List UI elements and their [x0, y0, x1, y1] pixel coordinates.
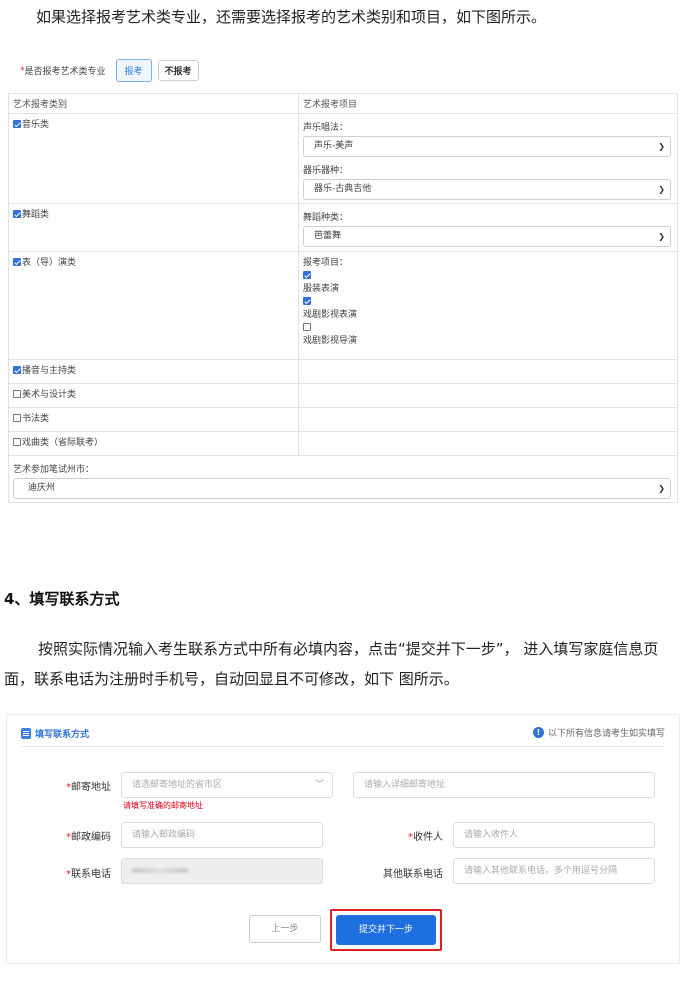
- category-fine-art[interactable]: 美术与设计类: [8, 383, 299, 408]
- category-acting[interactable]: 表（导）演类: [8, 251, 299, 360]
- vocal-select[interactable]: 声乐-美声 ❯: [303, 136, 671, 157]
- dance-type-select[interactable]: 芭蕾舞 ❯: [303, 226, 671, 247]
- category-music[interactable]: 音乐类: [8, 113, 299, 204]
- other-phone-label: 其他联系电话: [383, 869, 443, 880]
- exam-city-select[interactable]: 迪庆州 ❯: [13, 478, 671, 499]
- contact-form-note: 以下所有信息请考生如实填写: [547, 729, 665, 739]
- art-apply-question: 是否报考艺术类专业: [24, 67, 106, 77]
- acting-item-label: 服装表演: [303, 284, 340, 294]
- chevron-down-icon: ﹀: [314, 780, 324, 790]
- other-phone-input[interactable]: 请输入其他联系电话，多个用逗号分隔: [453, 858, 655, 884]
- instrument-label: 器乐器种：: [303, 166, 349, 176]
- chevron-down-icon: ❯: [658, 142, 665, 151]
- section-title: 4、填写联系方式: [4, 590, 120, 608]
- not-apply-button[interactable]: 不报考: [157, 60, 199, 81]
- recipient-input[interactable]: 请输入收件人: [453, 822, 655, 848]
- apply-button[interactable]: 报考: [115, 59, 152, 82]
- dance-type-label: 舞蹈种类：: [303, 213, 349, 223]
- exam-city-label: 艺术参加笔试州市：: [13, 465, 95, 475]
- checkbox[interactable]: [303, 323, 311, 331]
- phone-input: [121, 858, 323, 884]
- checkbox[interactable]: [13, 438, 21, 446]
- category-calligraphy[interactable]: 书法类: [8, 407, 299, 432]
- vocal-label: 声乐唱法：: [303, 123, 349, 133]
- art-form-screenshot: * 是否报考艺术类专业 报考 不报考 艺术报考类别 艺术报考项目 音乐类 声乐唱…: [6, 48, 680, 508]
- phone-label: *联系电话: [66, 869, 111, 880]
- prev-button[interactable]: 上一步: [249, 915, 321, 943]
- address-error: 请填写准确的邮寄地址: [123, 801, 203, 810]
- contact-form-screenshot: 填写联系方式 ! 以下所有信息请考生如实填写 *邮寄地址 请选邮寄地址的省市区 ﹀…: [6, 714, 680, 964]
- acting-items-label: 报考项目：: [303, 258, 349, 268]
- region-select[interactable]: 请选邮寄地址的省市区 ﹀: [121, 772, 333, 798]
- detail-address-input[interactable]: 请输入详细邮寄地址: [353, 772, 655, 798]
- info-icon: !: [532, 727, 544, 738]
- category-broadcast[interactable]: 播音与主持类: [8, 359, 299, 384]
- chevron-down-icon: ❯: [658, 185, 665, 194]
- checkbox[interactable]: [13, 414, 21, 422]
- category-dance[interactable]: 舞蹈类: [8, 203, 299, 252]
- contact-form-header: 填写联系方式 ! 以下所有信息请考生如实填写: [21, 727, 665, 747]
- form-icon: [21, 728, 31, 739]
- intro-paragraph: 如果选择报考艺术类专业，还需要选择报考的艺术类别和项目，如下图所示。: [36, 8, 547, 26]
- chevron-down-icon: ❯: [658, 232, 665, 241]
- contact-paragraph: 按照实际情况输入考生联系方式中所有必填内容，点击“提交并下一步”， 进入填写家庭…: [4, 640, 659, 688]
- instrument-select[interactable]: 器乐-古典吉他 ❯: [303, 179, 671, 200]
- checkbox[interactable]: [13, 210, 21, 218]
- checkbox[interactable]: [303, 297, 311, 305]
- chevron-down-icon: ❯: [658, 484, 665, 493]
- art-category-table: 艺术报考类别 艺术报考项目 音乐类 声乐唱法： 声乐-美声 ❯ 器乐器种： 器乐-…: [8, 93, 678, 503]
- checkbox[interactable]: [13, 390, 21, 398]
- col-category-header: 艺术报考类别: [8, 93, 299, 114]
- highlight-box: 提交并下一步: [330, 909, 442, 951]
- acting-item-label: 戏剧影视导演: [303, 336, 358, 346]
- col-project-header: 艺术报考项目: [298, 93, 678, 114]
- acting-item-label: 戏剧影视表演: [303, 310, 358, 320]
- category-opera[interactable]: 戏曲类（省际联考）: [8, 431, 299, 456]
- contact-form-title: 填写联系方式: [35, 730, 90, 740]
- mail-address-label: *邮寄地址: [66, 782, 111, 793]
- submit-next-button[interactable]: 提交并下一步: [336, 915, 436, 945]
- checkbox[interactable]: [13, 120, 21, 128]
- art-apply-row: * 是否报考艺术类专业 报考 不报考: [20, 59, 199, 82]
- postcode-label: *邮政编码: [66, 832, 111, 843]
- recipient-label: *收件人: [408, 832, 443, 843]
- checkbox[interactable]: [303, 271, 311, 279]
- checkbox[interactable]: [13, 258, 21, 266]
- checkbox[interactable]: [13, 366, 21, 374]
- postcode-input[interactable]: 请输入邮政编码: [121, 822, 323, 848]
